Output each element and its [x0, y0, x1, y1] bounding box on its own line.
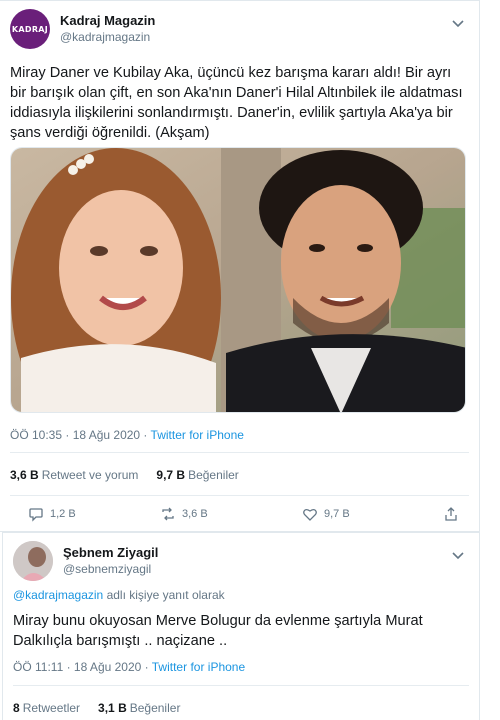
reply-to-handle-link[interactable]: @kadrajmagazin	[13, 588, 103, 602]
divider	[13, 685, 469, 686]
tweet-time[interactable]: ÖÖ 10:35 · 18 Ağu 2020 ·	[10, 428, 151, 442]
retweet-stat-label: Retweet ve yorum	[41, 468, 139, 482]
tweet-actions: 1,2 B 3,6 B 9,7 B	[10, 506, 469, 526]
avatar-image	[13, 541, 53, 581]
retweet-icon	[162, 507, 174, 521]
tweet-time[interactable]: ÖÖ 11:11 · 18 Ağu 2020 ·	[13, 660, 152, 674]
retweet-button[interactable]: 3,6 B	[160, 506, 208, 522]
main-tweet: KADRAJ Kadraj Magazin @kadrajmagazin Mir…	[0, 0, 480, 532]
reply-button[interactable]: 1,2 B	[28, 506, 76, 522]
reply-to-suffix: adlı kişiye yanıt olarak	[103, 588, 225, 602]
like-button[interactable]: 9,7 B	[302, 506, 350, 522]
retweet-stat[interactable]: 3,6 B Retweet ve yorum	[10, 468, 138, 482]
like-stat[interactable]: 3,1 B Beğeniler	[98, 701, 180, 715]
chevron-down-icon[interactable]	[451, 19, 465, 29]
like-stat-label: Beğeniler	[129, 701, 181, 715]
reply-icon	[29, 508, 43, 522]
tweet-timestamp: ÖÖ 10:35 · 18 Ağu 2020 · Twitter for iPh…	[10, 428, 244, 442]
tweet-text: Miray bunu okuyosan Merve Bolugur da evl…	[13, 613, 423, 649]
retweet-stat-label: Retweetler	[22, 701, 81, 715]
tweet-source-link[interactable]: Twitter for iPhone	[151, 428, 244, 442]
share-icon	[445, 507, 457, 521]
tweet-stats: 8 Retweetler 3,1 B Beğeniler	[13, 701, 180, 715]
author-handle[interactable]: @kadrajmagazin	[60, 30, 150, 44]
like-stat[interactable]: 9,7 B Beğeniler	[156, 468, 238, 482]
share-button[interactable]	[443, 506, 459, 522]
photo-couple-image	[11, 148, 465, 412]
avatar-logo-text: KADRAJ	[11, 24, 49, 34]
chevron-down-icon[interactable]	[451, 551, 465, 561]
tweet-photo[interactable]	[10, 147, 466, 413]
avatar[interactable]	[13, 541, 53, 581]
reply-count: 1,2 B	[50, 508, 76, 520]
tweet-header: Şebnem Ziyagil @sebnemziyagil	[13, 541, 469, 583]
tweet-text: Miray Daner ve Kubilay Aka, üçüncü kez b…	[10, 65, 463, 141]
replying-to: @kadrajmagazin adlı kişiye yanıt olarak	[13, 588, 225, 602]
retweet-count: 3,6 B	[10, 468, 39, 482]
divider	[10, 452, 469, 453]
like-count: 3,1 B	[98, 701, 127, 715]
like-stat-label: Beğeniler	[188, 468, 239, 482]
divider	[10, 495, 469, 496]
reply-tweet: Şebnem Ziyagil @sebnemziyagil @kadrajmag…	[2, 532, 480, 720]
like-count: 9,7 B	[156, 468, 186, 482]
author-name[interactable]: Şebnem Ziyagil	[63, 545, 158, 560]
tweet-timestamp: ÖÖ 11:11 · 18 Ağu 2020 · Twitter for iPh…	[13, 660, 245, 674]
author-handle[interactable]: @sebnemziyagil	[63, 562, 151, 576]
retweet-action-count: 3,6 B	[182, 508, 208, 520]
avatar[interactable]: KADRAJ	[10, 9, 50, 49]
tweet-header: KADRAJ Kadraj Magazin @kadrajmagazin	[10, 9, 469, 51]
tweet-source-link[interactable]: Twitter for iPhone	[152, 660, 245, 674]
like-icon	[303, 508, 317, 521]
retweet-stat[interactable]: 8 Retweetler	[13, 701, 80, 715]
author-name[interactable]: Kadraj Magazin	[60, 13, 155, 28]
tweet-stats: 3,6 B Retweet ve yorum 9,7 B Beğeniler	[10, 468, 239, 482]
retweet-count: 8	[13, 701, 20, 715]
like-action-count: 9,7 B	[324, 508, 350, 520]
